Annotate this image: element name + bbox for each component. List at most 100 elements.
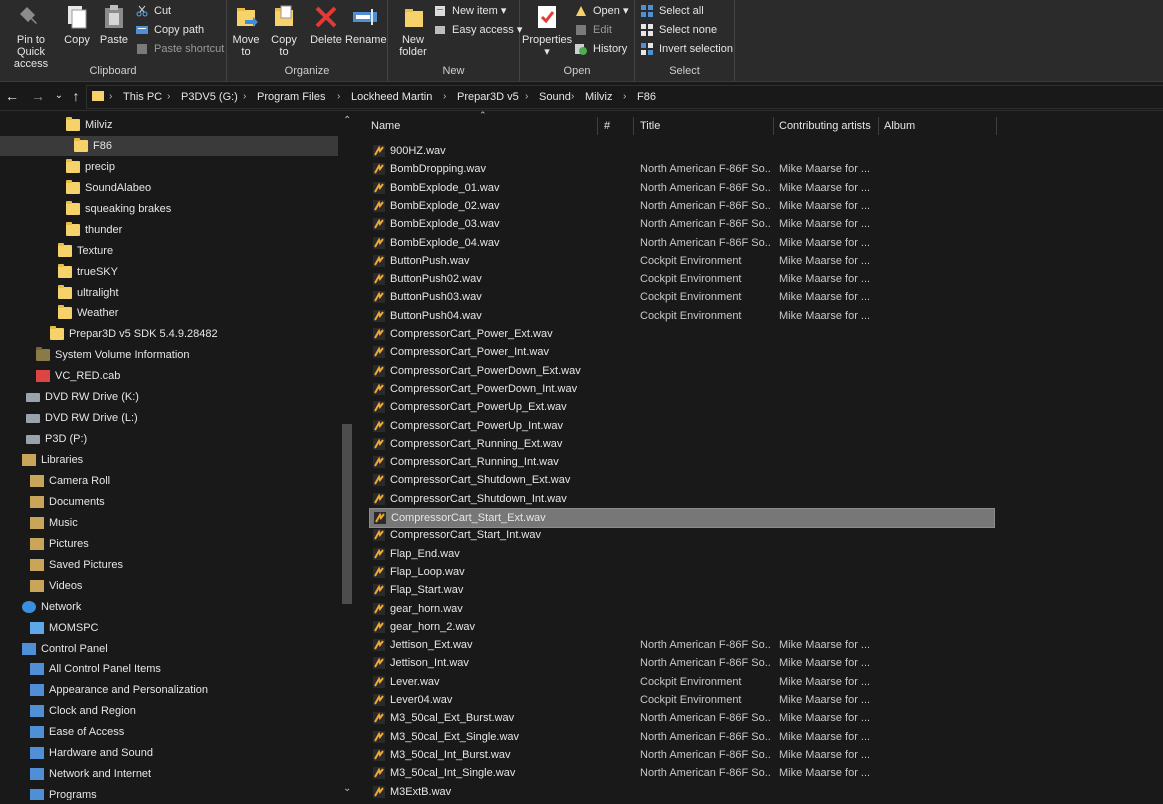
file-row[interactable]: M3ExtB.wav [369, 783, 993, 801]
nav-item[interactable]: P3D (P:) [26, 429, 330, 449]
back-arrow-icon[interactable]: ← [4, 88, 20, 104]
up-arrow-icon[interactable]: ↑ [68, 88, 84, 104]
new-item-button[interactable]: New item ▾ [434, 2, 506, 20]
breadcrumb-item[interactable]: Program Files [257, 89, 325, 105]
navigation-scroll-thumb[interactable] [342, 424, 352, 604]
column-album[interactable]: Album [884, 113, 915, 139]
column-separator[interactable] [773, 117, 774, 135]
copy-to-button[interactable]: Copy to [269, 4, 299, 58]
breadcrumb-item[interactable]: P3DV5 (G:) [181, 89, 238, 105]
nav-item[interactable]: thunder [66, 220, 330, 240]
file-row[interactable]: CompressorCart_PowerDown_Ext.wav [369, 362, 993, 380]
file-row[interactable]: CompressorCart_Power_Int.wav [369, 343, 993, 361]
history-button[interactable]: History [575, 40, 627, 58]
breadcrumb-item[interactable]: F86 [637, 89, 656, 105]
column-name[interactable]: Name [371, 113, 400, 139]
nav-item[interactable]: Documents [30, 492, 330, 512]
properties-button[interactable]: Properties ▾ [522, 4, 572, 58]
file-row[interactable]: 900HZ.wav [369, 142, 993, 160]
breadcrumb-separator-icon[interactable]: › [167, 89, 170, 105]
column-contributing-artists[interactable]: Contributing artists [779, 113, 871, 139]
move-to-button[interactable]: Move to [231, 4, 261, 58]
breadcrumb-item[interactable]: Milviz [585, 89, 613, 105]
nav-item[interactable]: Saved Pictures [30, 555, 330, 575]
breadcrumb-separator-icon[interactable]: › [243, 89, 246, 105]
pin-quick-access-button[interactable]: Pin to Quick access [2, 4, 60, 70]
file-row[interactable]: Flap_Loop.wav [369, 563, 993, 581]
nav-item[interactable]: trueSKY [58, 262, 330, 282]
nav-item[interactable]: SoundAlabeo [66, 178, 330, 198]
nav-item[interactable]: Camera Roll [30, 471, 330, 491]
file-row[interactable]: M3_50cal_Ext_Single.wav North American F-… [369, 728, 993, 746]
file-row-selected[interactable]: CompressorCart_Start_Ext.wav [369, 508, 995, 528]
breadcrumb-item[interactable]: This PC [123, 89, 162, 105]
file-row[interactable]: BombDropping.wav North American F-86F So.… [369, 160, 993, 178]
file-row[interactable]: ButtonPush02.wav Cockpit Environment Mike … [369, 270, 993, 288]
nav-item[interactable]: Network and Internet [30, 764, 330, 784]
file-row[interactable]: BombExplode_03.wav North American F-86F S… [369, 215, 993, 233]
file-row[interactable]: gear_horn_2.wav [369, 618, 993, 636]
nav-item[interactable]: Prepar3D v5 SDK 5.4.9.28482 [50, 324, 330, 344]
open-button[interactable]: Open ▾ [575, 2, 629, 20]
nav-item[interactable]: Pictures [30, 534, 330, 554]
nav-item[interactable]: Weather [58, 303, 330, 323]
nav-item[interactable]: Ease of Access [30, 722, 330, 742]
nav-item[interactable]: Programs [30, 785, 330, 800]
file-row[interactable]: CompressorCart_Running_Int.wav [369, 453, 993, 471]
select-none-button[interactable]: Select none [641, 21, 717, 39]
nav-item[interactable]: Network [22, 597, 330, 617]
copy-path-button[interactable]: Copy path [136, 21, 204, 39]
file-row[interactable]: M3_50cal_Ext_Burst.wav North American F-8… [369, 709, 993, 727]
nav-item[interactable]: Control Panel [22, 639, 330, 659]
file-row[interactable]: BombExplode_04.wav North American F-86F S… [369, 234, 993, 252]
select-all-button[interactable]: Select all [641, 2, 704, 20]
copy-button[interactable]: Copy [62, 4, 92, 46]
new-folder-button[interactable]: New folder [394, 4, 432, 58]
nav-item[interactable]: All Control Panel Items [30, 659, 330, 679]
file-row[interactable]: M3_50cal_Int_Burst.wav North American F-8… [369, 746, 993, 764]
column-separator[interactable] [878, 117, 879, 135]
file-row[interactable]: Jettison_Int.wav North American F-86F So.… [369, 654, 993, 672]
column-number[interactable]: # [604, 113, 610, 139]
breadcrumb-separator-icon[interactable]: › [337, 89, 340, 105]
scroll-down-icon[interactable]: ⌄ [343, 783, 351, 794]
column-title[interactable]: Title [640, 113, 660, 139]
column-separator[interactable] [597, 117, 598, 135]
nav-item[interactable]: DVD RW Drive (L:) [26, 408, 330, 428]
paste-shortcut-button[interactable]: Paste shortcut [136, 40, 224, 58]
file-row[interactable]: ButtonPush03.wav Cockpit Environment Mike … [369, 288, 993, 306]
file-row[interactable]: CompressorCart_PowerUp_Ext.wav [369, 398, 993, 416]
nav-item[interactable]: Appearance and Personalization [30, 680, 330, 700]
nav-item[interactable]: System Volume Information [36, 345, 330, 365]
breadcrumb-separator-icon[interactable]: › [109, 89, 112, 105]
nav-item[interactable]: MOMSPC [30, 618, 330, 638]
file-row[interactable]: CompressorCart_Start_Int.wav [369, 526, 993, 544]
nav-item[interactable]: Videos [30, 576, 330, 596]
file-row[interactable]: CompressorCart_Running_Ext.wav [369, 435, 993, 453]
file-row[interactable]: CompressorCart_Shutdown_Ext.wav [369, 471, 993, 489]
nav-item[interactable]: Music [30, 513, 330, 533]
nav-item[interactable]: DVD RW Drive (K:) [26, 387, 330, 407]
breadcrumb-separator-icon[interactable]: › [525, 89, 528, 105]
file-row[interactable]: BombExplode_02.wav North American F-86F S… [369, 197, 993, 215]
delete-button[interactable]: Delete [309, 4, 343, 46]
breadcrumb[interactable]: › This PC › P3DV5 (G:) › Program Files › Lockhe… [86, 85, 1163, 109]
file-row[interactable]: gear_horn.wav [369, 600, 993, 618]
nav-item[interactable]: ultralight [58, 283, 330, 303]
file-row[interactable]: CompressorCart_PowerUp_Int.wav [369, 417, 993, 435]
rename-button[interactable]: Rename [345, 4, 387, 46]
nav-item-selected[interactable]: F86 [0, 135, 338, 156]
edit-button[interactable]: Edit [575, 21, 612, 39]
nav-item[interactable]: precip [66, 157, 330, 177]
scroll-up-icon[interactable]: ⌃ [343, 115, 351, 126]
forward-arrow-icon[interactable]: → [30, 88, 46, 104]
breadcrumb-item[interactable]: Prepar3D v5 [457, 89, 519, 105]
file-row[interactable]: Flap_End.wav [369, 545, 993, 563]
easy-access-button[interactable]: Easy access ▾ [434, 21, 522, 39]
breadcrumb-separator-icon[interactable]: › [571, 89, 574, 105]
column-separator[interactable] [996, 117, 997, 135]
file-row[interactable]: Flap_Start.wav [369, 581, 993, 599]
nav-item[interactable]: squeaking brakes [66, 199, 330, 219]
file-row[interactable]: M3_50cal_Int_Single.wav North American F-… [369, 764, 993, 782]
nav-item[interactable]: Hardware and Sound [30, 743, 330, 763]
